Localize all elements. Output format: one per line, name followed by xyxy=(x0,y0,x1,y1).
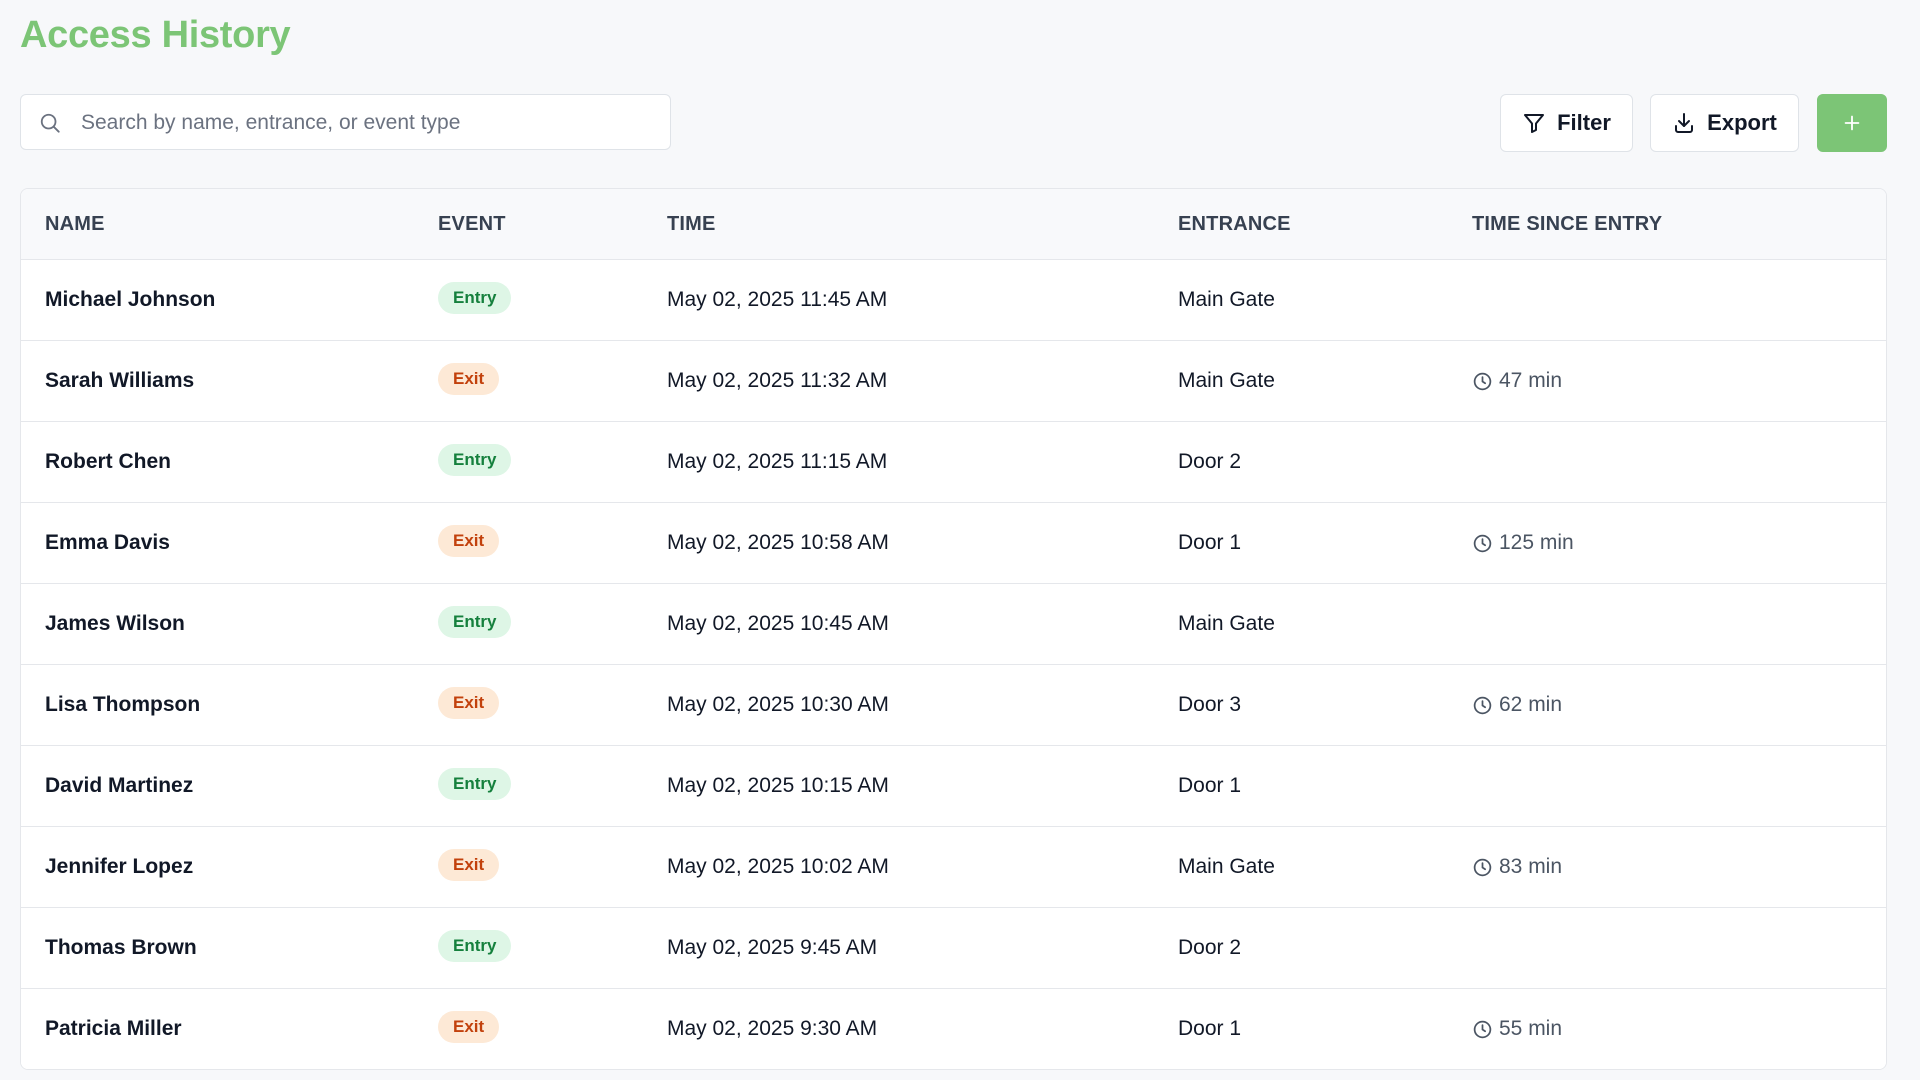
cell-time: May 02, 2025 11:45 AM xyxy=(667,288,888,311)
cell-time-since-entry: 83 min xyxy=(1472,827,1562,907)
cell-time: May 02, 2025 10:30 AM xyxy=(667,693,889,716)
clock-icon xyxy=(1473,372,1492,390)
cell-entrance: Main Gate xyxy=(1178,855,1275,878)
export-button[interactable]: Export xyxy=(1650,94,1799,152)
cell-entrance: Door 2 xyxy=(1178,936,1242,959)
table-row[interactable]: Robert Chen Entry May 02, 2025 11:15 AM Doo… xyxy=(21,422,1886,503)
cell-entrance: Door 3 xyxy=(1178,693,1242,716)
event-badge: Exit xyxy=(438,849,500,882)
cell-time: May 02, 2025 11:32 AM xyxy=(667,369,888,392)
event-badge: Entry xyxy=(438,768,512,801)
time-since-entry-value: 83 min xyxy=(1499,855,1563,878)
cell-name: James Wilson xyxy=(45,612,185,635)
cell-event: Entry xyxy=(438,260,512,340)
cell-event: Entry xyxy=(438,908,512,988)
event-badge: Exit xyxy=(438,1011,500,1044)
page-title: Access History xyxy=(20,14,291,56)
search-box[interactable] xyxy=(20,94,671,151)
event-badge: Exit xyxy=(438,525,500,558)
column-header-entrance[interactable]: ENTRANCE xyxy=(1178,189,1291,259)
cell-entrance: Door 1 xyxy=(1178,774,1242,797)
clock-icon xyxy=(1473,858,1492,876)
export-button-label: Export xyxy=(1707,110,1777,135)
cell-name: Robert Chen xyxy=(45,450,171,473)
access-history-page: Access History Filter Export xyxy=(20,0,1887,1070)
cell-entrance: Main Gate xyxy=(1178,288,1275,311)
filter-button-label: Filter xyxy=(1557,110,1611,135)
time-since-entry-value: 55 min xyxy=(1499,1017,1563,1040)
cell-name: Emma Davis xyxy=(45,531,170,554)
event-badge: Exit xyxy=(438,363,500,396)
event-badge: Entry xyxy=(438,444,512,477)
table-header: NAME EVENT TIME ENTRANCE TIME SINCE ENTR… xyxy=(21,189,1886,260)
time-since-entry-value: 125 min xyxy=(1499,531,1574,554)
table-row[interactable]: Emma Davis Exit May 02, 2025 10:58 AM Door … xyxy=(21,503,1886,584)
cell-entrance: Main Gate xyxy=(1178,612,1275,635)
cell-event: Exit xyxy=(438,665,500,745)
event-badge: Entry xyxy=(438,282,512,315)
add-button[interactable] xyxy=(1817,94,1887,152)
cell-entrance: Door 2 xyxy=(1178,450,1242,473)
cell-time-since-entry: 62 min xyxy=(1472,665,1562,745)
table-row[interactable]: Sarah Williams Exit May 02, 2025 11:32 AM M… xyxy=(21,341,1886,422)
toolbar: Filter Export xyxy=(20,94,1887,152)
column-header-event[interactable]: EVENT xyxy=(438,189,506,259)
cell-time: May 02, 2025 10:02 AM xyxy=(667,855,889,878)
cell-time: May 02, 2025 10:15 AM xyxy=(667,774,889,797)
cell-time: May 02, 2025 9:30 AM xyxy=(667,1017,878,1040)
time-since-entry-value: 62 min xyxy=(1499,693,1563,716)
plus-icon xyxy=(1844,115,1860,131)
table-row[interactable]: Jennifer Lopez Exit May 02, 2025 10:02 AM M… xyxy=(21,827,1886,908)
column-header-time[interactable]: TIME xyxy=(667,189,716,259)
cell-time: May 02, 2025 10:45 AM xyxy=(667,612,889,635)
table-row[interactable]: Lisa Thompson Exit May 02, 2025 10:30 AM Do… xyxy=(21,665,1886,746)
cell-time: May 02, 2025 10:58 AM xyxy=(667,531,889,554)
cell-time-since-entry: 125 min xyxy=(1472,503,1574,583)
cell-event: Exit xyxy=(438,827,500,907)
cell-event: Exit xyxy=(438,503,500,583)
access-history-table: NAME EVENT TIME ENTRANCE TIME SINCE ENTR… xyxy=(20,188,1887,1070)
clock-icon xyxy=(1473,534,1492,552)
cell-name: Jennifer Lopez xyxy=(45,855,194,878)
clock-icon xyxy=(1473,1020,1492,1038)
event-badge: Exit xyxy=(438,687,500,720)
cell-event: Entry xyxy=(438,584,512,664)
cell-time: May 02, 2025 11:15 AM xyxy=(667,450,888,473)
time-since-entry-value: 47 min xyxy=(1499,369,1563,392)
event-badge: Entry xyxy=(438,606,512,639)
filter-icon xyxy=(1524,114,1545,133)
cell-name: Patricia Miller xyxy=(45,1017,182,1040)
column-header-name[interactable]: NAME xyxy=(45,189,105,259)
cell-time-since-entry: 47 min xyxy=(1472,341,1562,421)
cell-entrance: Main Gate xyxy=(1178,369,1275,392)
cell-entrance: Door 1 xyxy=(1178,1017,1242,1040)
cell-entrance: Door 1 xyxy=(1178,531,1242,554)
filter-button[interactable]: Filter xyxy=(1500,94,1633,152)
table-body: Michael Johnson Entry May 02, 2025 11:45 A… xyxy=(21,260,1886,1069)
cell-event: Entry xyxy=(438,746,512,826)
cell-name: Thomas Brown xyxy=(45,936,197,959)
cell-event: Exit xyxy=(438,341,500,421)
table-row[interactable]: James Wilson Entry May 02, 2025 10:45 AM Ma… xyxy=(21,584,1886,665)
cell-name: Michael Johnson xyxy=(45,288,216,311)
download-icon xyxy=(1675,113,1694,133)
cell-event: Exit xyxy=(438,989,500,1069)
cell-name: David Martinez xyxy=(45,774,194,797)
search-icon xyxy=(40,113,60,133)
cell-time-since-entry: 55 min xyxy=(1472,989,1562,1069)
table-row[interactable]: David Martinez Entry May 02, 2025 10:15 AM… xyxy=(21,746,1886,827)
table-row[interactable]: Michael Johnson Entry May 02, 2025 11:45 A… xyxy=(21,260,1886,341)
event-badge: Entry xyxy=(438,930,512,963)
column-header-time-since-entry[interactable]: TIME SINCE ENTRY xyxy=(1472,189,1662,259)
table-row[interactable]: Patricia Miller Exit May 02, 2025 9:30 AM D… xyxy=(21,989,1886,1069)
cell-name: Sarah Williams xyxy=(45,369,195,392)
cell-time: May 02, 2025 9:45 AM xyxy=(667,936,878,959)
table-row[interactable]: Thomas Brown Entry May 02, 2025 9:45 AM Doo… xyxy=(21,908,1886,989)
cell-name: Lisa Thompson xyxy=(45,693,201,716)
search-input[interactable] xyxy=(79,95,653,151)
cell-event: Entry xyxy=(438,422,512,502)
clock-icon xyxy=(1473,696,1492,714)
